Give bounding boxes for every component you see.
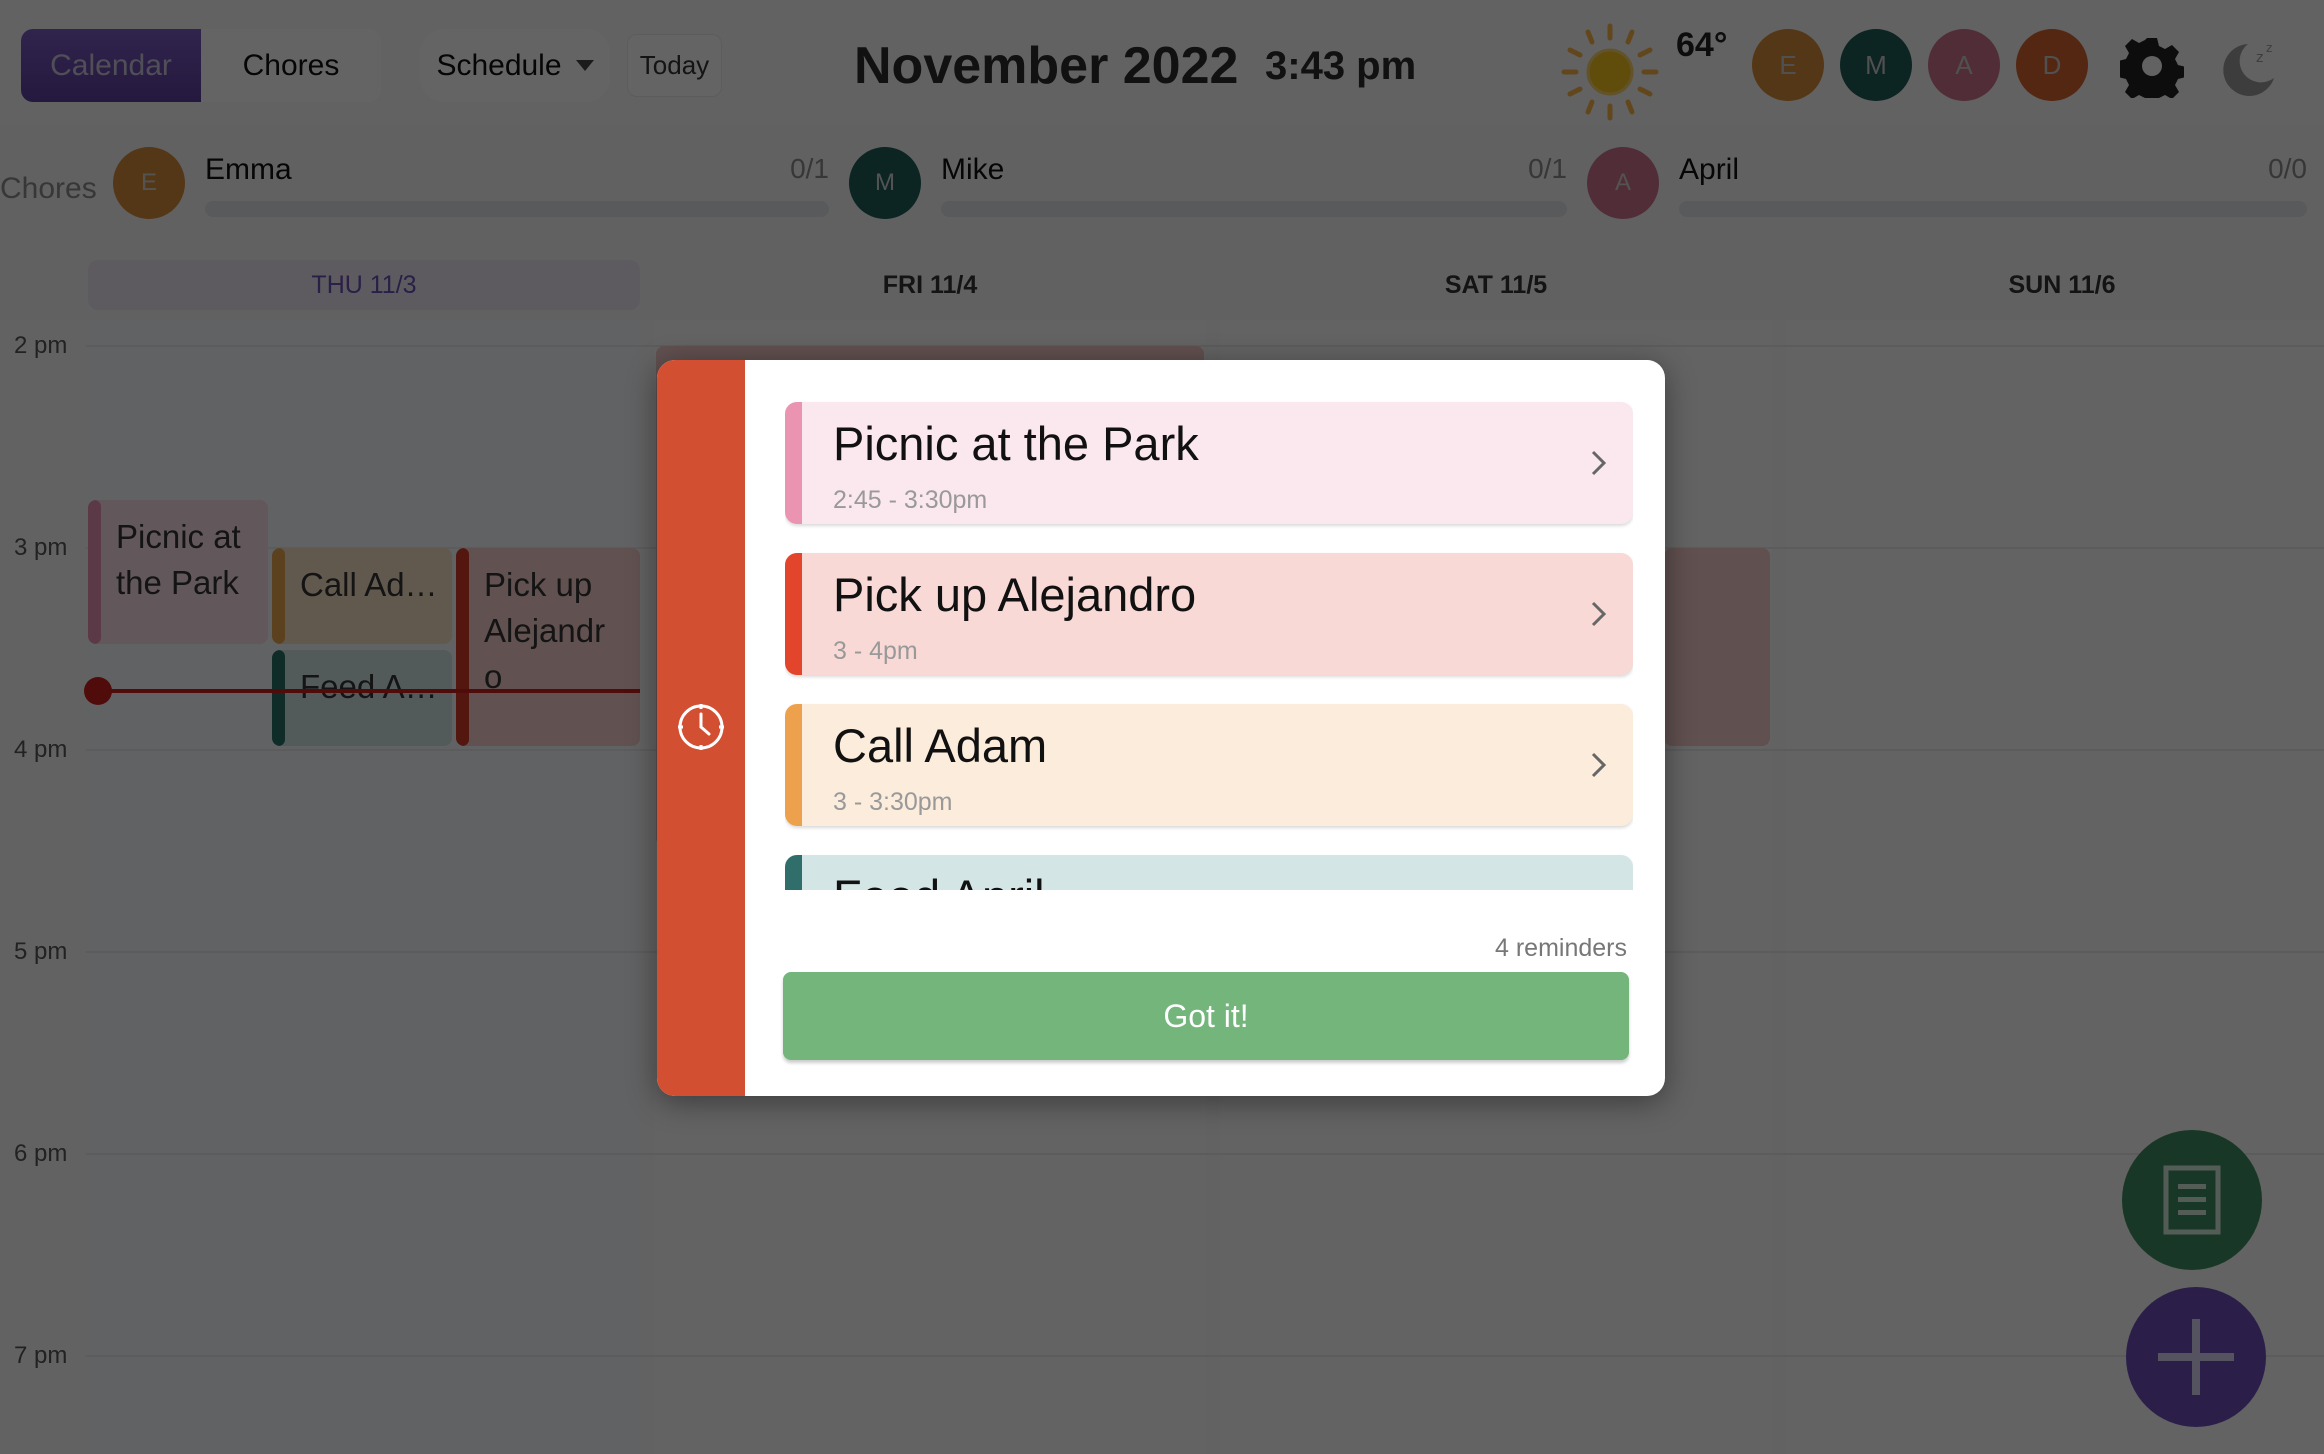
- clock-icon: [678, 704, 724, 750]
- reminder-list[interactable]: Picnic at the Park 2:45 - 3:30pm Pick up…: [785, 400, 1633, 890]
- reminder-item[interactable]: Picnic at the Park 2:45 - 3:30pm: [785, 402, 1633, 524]
- reminder-title: Call Adam: [833, 719, 1048, 772]
- reminder-color-bar: [785, 402, 802, 524]
- chevron-right-icon: [1591, 450, 1607, 476]
- reminder-item[interactable]: Feed April: [785, 855, 1633, 890]
- reminders-dialog: Picnic at the Park 2:45 - 3:30pm Pick up…: [657, 360, 1665, 1096]
- reminder-title: Feed April: [833, 869, 1045, 890]
- reminder-color-bar: [785, 553, 802, 675]
- reminder-item[interactable]: Pick up Alejandro 3 - 4pm: [785, 553, 1633, 675]
- reminder-color-bar: [785, 855, 802, 890]
- reminder-time: 2:45 - 3:30pm: [833, 486, 988, 514]
- chevron-right-icon: [1591, 601, 1607, 627]
- reminder-time: 3 - 4pm: [833, 637, 918, 665]
- reminder-count: 4 reminders: [1495, 934, 1627, 962]
- reminder-title: Pick up Alejandro: [833, 568, 1197, 621]
- got-it-button[interactable]: Got it!: [783, 972, 1629, 1060]
- reminders-side-band: [657, 360, 745, 1096]
- reminder-title: Picnic at the Park: [833, 417, 1199, 470]
- reminder-time: 3 - 3:30pm: [833, 788, 953, 816]
- chevron-right-icon: [1591, 752, 1607, 778]
- reminder-color-bar: [785, 704, 802, 826]
- reminder-item[interactable]: Call Adam 3 - 3:30pm: [785, 704, 1633, 826]
